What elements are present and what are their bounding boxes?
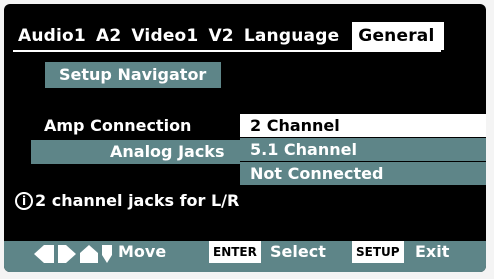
arrow-up-icon: [80, 245, 98, 263]
tab-divider: [13, 50, 441, 52]
tab-bar: Audio1 A2 Video1 V2 Language General: [13, 22, 444, 50]
info-icon: i: [15, 191, 33, 210]
amp-connection-label[interactable]: Amp Connection: [44, 116, 191, 135]
option-not-connected[interactable]: Not Connected: [240, 162, 486, 186]
tab-v2[interactable]: V2: [203, 22, 238, 50]
setup-navigator-button[interactable]: Setup Navigator: [45, 62, 221, 88]
analog-jacks-dropdown[interactable]: 2 Channel 5.1 Channel Not Connected: [240, 114, 486, 186]
select-label: Select: [270, 242, 326, 261]
setup-key[interactable]: SETUP: [352, 241, 404, 263]
tab-video1[interactable]: Video1: [126, 22, 203, 50]
tab-language[interactable]: Language: [239, 22, 344, 50]
option-5-1-channel[interactable]: 5.1 Channel: [240, 138, 486, 162]
option-2-channel[interactable]: 2 Channel: [240, 114, 486, 138]
direction-arrows-icon: [34, 245, 112, 263]
setup-screen: Audio1 A2 Video1 V2 Language General Set…: [4, 4, 486, 272]
tab-general[interactable]: General: [352, 22, 444, 50]
info-message: i 2 channel jacks for L/R: [15, 191, 239, 210]
tab-audio1[interactable]: Audio1: [13, 22, 91, 50]
move-label: Move: [118, 242, 167, 261]
arrow-left-icon: [34, 245, 54, 263]
arrow-right-icon: [58, 245, 76, 263]
info-text: 2 channel jacks for L/R: [35, 191, 240, 210]
enter-key[interactable]: ENTER: [209, 241, 261, 263]
arrow-down-icon: [102, 245, 112, 263]
exit-label: Exit: [415, 242, 450, 261]
analog-jacks-label: Analog Jacks: [110, 142, 225, 161]
tab-a2[interactable]: A2: [91, 22, 126, 50]
